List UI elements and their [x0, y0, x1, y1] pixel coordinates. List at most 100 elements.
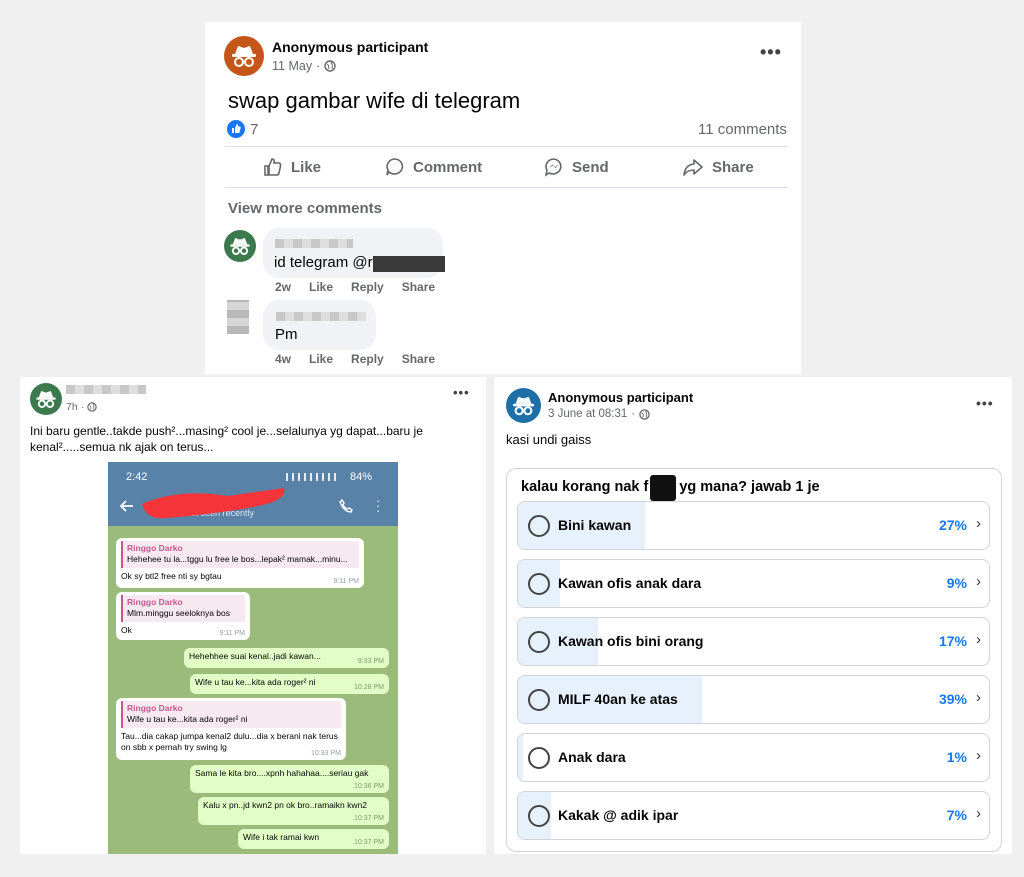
like-label: Like: [291, 158, 322, 176]
date-separator: ·: [80, 401, 85, 413]
message-time: 10:33 PM: [311, 749, 341, 757]
message-time: 10:28 PM: [354, 683, 384, 691]
globe-icon: [87, 402, 97, 412]
comments-count[interactable]: 11 comments: [698, 121, 787, 138]
comment-bubble[interactable]: Pm: [263, 300, 376, 350]
commenter-avatar[interactable]: [224, 230, 256, 262]
comment-reply-link[interactable]: Reply: [351, 352, 384, 366]
radio-icon[interactable]: [528, 805, 550, 827]
chat-message: Hehehhee suai kenal..jadi kawan... 9:33 …: [184, 648, 389, 668]
anonymous-avatar[interactable]: [224, 36, 264, 76]
radio-icon[interactable]: [528, 689, 550, 711]
radio-icon[interactable]: [528, 573, 550, 595]
post-date[interactable]: 3 June at 08:31: [548, 408, 627, 420]
anonymous-avatar[interactable]: [30, 383, 62, 415]
reply-quote: Ringgo Darko Mlm.minggu seeloknya bos: [121, 595, 245, 622]
incognito-icon: [232, 46, 256, 67]
quote-text: Mlm.minggu seeloknya bos: [127, 608, 230, 619]
chevron-right-icon[interactable]: ›: [976, 805, 981, 822]
chevron-right-icon[interactable]: ›: [976, 573, 981, 590]
radio-icon[interactable]: [528, 515, 550, 537]
chevron-right-icon[interactable]: ›: [976, 747, 981, 764]
poll-option-percent: 27%: [938, 517, 967, 533]
radio-icon[interactable]: [528, 747, 550, 769]
redaction-scribble: [142, 488, 285, 519]
comment-time[interactable]: 4w: [275, 352, 291, 366]
poll-option-label: Bini kawan: [558, 517, 632, 533]
chevron-right-icon[interactable]: ›: [976, 631, 981, 648]
like-reaction-icon[interactable]: [227, 120, 245, 138]
poll-question: kalau korang nak f yg mana? jawab 1 je: [521, 475, 820, 501]
poll-option[interactable]: Kawan ofis anak dara 9% ›: [517, 559, 990, 608]
globe-icon: [324, 60, 336, 72]
chat-message: Kalu x pn..jd kwn2 pn ok bro..ramaikn kw…: [198, 797, 389, 825]
reactions-count[interactable]: 7: [250, 121, 258, 138]
poll-question-end: yg mana? jawab 1 je: [679, 479, 820, 495]
message-text: Hehehhee suai kenal..jadi kawan...: [189, 651, 321, 661]
message-time: 9:11 PM: [333, 577, 359, 585]
message-time: 10:37 PM: [354, 838, 384, 846]
chevron-right-icon[interactable]: ›: [976, 689, 981, 706]
poll-option[interactable]: Kakak @ adik ipar 7% ›: [517, 791, 990, 840]
message-text: Kalu x pn..jd kwn2 pn ok bro..ramaikn kw…: [203, 800, 367, 810]
chat-message: Wife u tau ke...kita ada roger² ni 10:28…: [190, 674, 389, 694]
phone-call-icon[interactable]: [339, 499, 353, 513]
radio-icon[interactable]: [528, 631, 550, 653]
poll-option[interactable]: MILF 40an ke atas 39% ›: [517, 675, 990, 724]
view-more-comments-link[interactable]: View more comments: [228, 200, 382, 217]
comment-text: Pm: [275, 326, 298, 343]
post-meta: 7h ·: [66, 401, 97, 413]
post-time[interactable]: 7h: [66, 401, 78, 413]
comment-button[interactable]: Comment: [385, 147, 482, 187]
chat-message: Sama le kita bro....xpnh hahahaa....seri…: [190, 765, 389, 793]
blurred-author-name: [66, 385, 146, 394]
post-card-1: Anonymous participant 11 May · ••• swap …: [205, 22, 801, 374]
date-separator: ·: [316, 59, 321, 73]
divider: [225, 187, 788, 188]
chevron-right-icon[interactable]: ›: [976, 515, 981, 532]
poll-option-percent: 17%: [938, 633, 967, 649]
anonymous-avatar[interactable]: [506, 388, 541, 423]
like-button[interactable]: Like: [263, 147, 321, 187]
more-options-icon[interactable]: · · ·: [376, 494, 380, 517]
commenter-avatar-blurred[interactable]: [227, 300, 249, 334]
back-arrow-icon[interactable]: [120, 500, 134, 512]
post-meta: 11 May ·: [272, 59, 336, 73]
telegram-screenshot[interactable]: 2:42 84% last seen recently · · · Ringgo D…: [108, 462, 398, 854]
post-text: swap gambar wife di telegram: [228, 88, 521, 113]
comment-like-link[interactable]: Like: [309, 280, 333, 294]
blurred-commenter-name: [275, 239, 353, 248]
date-separator: ·: [631, 408, 636, 420]
more-options-icon[interactable]: •••: [453, 385, 470, 400]
post-author[interactable]: Anonymous participant: [548, 390, 693, 405]
poll-option-label: Kakak @ adik ipar: [558, 807, 679, 823]
comment-like-link[interactable]: Like: [309, 352, 333, 366]
poll-option-percent: 9%: [946, 575, 967, 591]
more-options-icon[interactable]: •••: [976, 395, 994, 411]
poll-option-label: Kawan ofis bini orang: [558, 633, 704, 649]
comment-share-link[interactable]: Share: [402, 352, 435, 366]
comment-icon: [386, 158, 404, 176]
incognito-icon: [36, 391, 56, 408]
post-date[interactable]: 11 May: [272, 59, 312, 73]
post-actions-bar: Like Comment Send Share: [205, 147, 801, 187]
message-time: 9:11 PM: [219, 629, 245, 637]
poll-option[interactable]: Bini kawan 27% ›: [517, 501, 990, 550]
comment-text: id telegram @r: [274, 254, 373, 271]
poll-question-start: kalau korang nak f: [521, 479, 649, 495]
comment-time[interactable]: 2w: [275, 280, 291, 294]
comment-bubble[interactable]: id telegram @r: [263, 228, 445, 278]
more-options-icon[interactable]: •••: [760, 42, 782, 63]
comment-reply-link[interactable]: Reply: [351, 280, 384, 294]
poll-option[interactable]: Kawan ofis bini orang 17% ›: [517, 617, 990, 666]
poll-option-label: Kawan ofis anak dara: [558, 575, 702, 591]
post-author[interactable]: Anonymous participant: [272, 39, 428, 55]
comment-share-link[interactable]: Share: [402, 280, 435, 294]
incognito-icon: [230, 238, 250, 255]
poll-option-percent: 7%: [946, 807, 967, 823]
incognito-icon: [513, 396, 534, 416]
status-icons: [286, 473, 336, 481]
share-button[interactable]: Share: [682, 147, 754, 187]
send-button[interactable]: Send: [544, 147, 609, 187]
poll-option[interactable]: Anak dara 1% ›: [517, 733, 990, 782]
